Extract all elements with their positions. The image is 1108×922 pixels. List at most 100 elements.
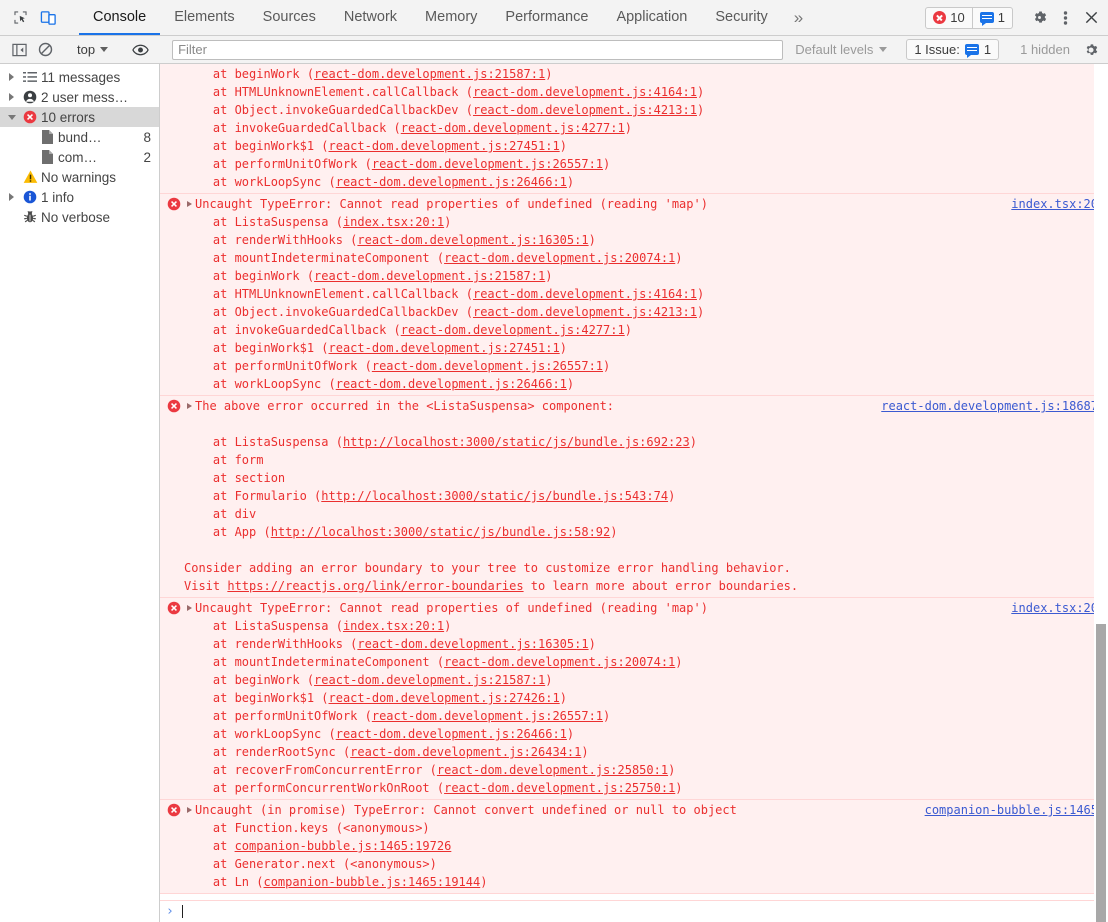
tab-application[interactable]: Application	[602, 0, 701, 35]
chevron-right-icon[interactable]	[4, 193, 19, 201]
stack-frame-function: at renderWithHooks (	[184, 637, 358, 651]
note-line: Consider adding an error boundary to you…	[184, 559, 1108, 577]
tab-sources[interactable]: Sources	[249, 0, 330, 35]
console-message-companion-bubble[interactable]: Uncaught (in promise) TypeError: Cannot …	[160, 800, 1108, 894]
console-message-typeerror-map-1[interactable]: Uncaught TypeError: Cannot read properti…	[160, 194, 1108, 396]
log-levels-selector[interactable]: Default levels	[789, 42, 893, 57]
stack-frame-link[interactable]: react-dom.development.js:27426:1	[329, 691, 560, 705]
chevron-right-icon[interactable]	[4, 73, 19, 81]
stack-frame-link[interactable]: react-dom.development.js:21587:1	[314, 67, 545, 81]
console-message-source-link[interactable]: index.tsx:20	[1011, 599, 1098, 617]
tab-memory[interactable]: Memory	[411, 0, 491, 35]
stack-frame-link[interactable]: react-dom.development.js:26557:1	[372, 359, 603, 373]
stack-frame-function: at Function.keys (<anonymous>)	[184, 821, 430, 835]
error-count-badge[interactable]: 10	[926, 8, 971, 28]
console-message-truncated-stack[interactable]: at beginWork (react-dom.development.js:2…	[160, 64, 1108, 194]
console-prompt-row[interactable]: ›	[160, 900, 1108, 922]
chevron-right-icon[interactable]	[184, 599, 195, 617]
console-scrollbar[interactable]	[1094, 64, 1108, 922]
stack-frame-link[interactable]: http://localhost:3000/static/js/bundle.j…	[343, 435, 690, 449]
stack-frame-link[interactable]: react-dom.development.js:25750:1	[444, 781, 675, 795]
sidebar-item-errors[interactable]: 10 errors	[0, 107, 159, 127]
stack-frame: at performUnitOfWork (react-dom.developm…	[184, 357, 1108, 375]
chevron-right-icon[interactable]	[184, 801, 195, 819]
inspect-element-icon[interactable]	[6, 5, 34, 31]
stack-frame-link[interactable]: react-dom.development.js:20074:1	[444, 655, 675, 669]
stack-frame-link[interactable]: companion-bubble.js:1465:19144	[263, 875, 480, 889]
console-message-above-error-occurred[interactable]: The above error occurred in the <ListaSu…	[160, 396, 1108, 598]
status-badges: 10 1	[925, 6, 1013, 29]
sidebar-item-user-messages[interactable]: 2 user mess…	[0, 87, 159, 107]
stack-frame-tail: )	[610, 525, 618, 539]
tab-performance[interactable]: Performance	[491, 0, 602, 35]
stack-frame-link[interactable]: react-dom.development.js:26466:1	[336, 175, 567, 189]
sidebar-item-messages[interactable]: 11 messages	[0, 67, 159, 87]
file-icon	[36, 130, 58, 144]
chevron-right-icon[interactable]	[4, 93, 19, 101]
stack-frame-link[interactable]: http://localhost:3000/static/js/bundle.j…	[271, 525, 611, 539]
stack-frame-link[interactable]: companion-bubble.js:1465:19726	[235, 839, 452, 853]
tab-sources-label: Sources	[262, 8, 316, 25]
sidebar-item-warnings[interactable]: No warnings	[0, 167, 159, 187]
stack-frame-link[interactable]: react-dom.development.js:26557:1	[372, 709, 603, 723]
live-expression-eye-icon[interactable]	[127, 38, 153, 62]
console-message-text: Uncaught TypeError: Cannot read properti…	[195, 601, 708, 615]
stack-frame-link[interactable]: react-dom.development.js:4277:1	[401, 323, 625, 337]
stack-frame-link[interactable]: react-dom.development.js:20074:1	[444, 251, 675, 265]
stack-frame-link[interactable]: react-dom.development.js:21587:1	[314, 269, 545, 283]
console-stack-trace: at beginWork (react-dom.development.js:2…	[160, 65, 1108, 191]
tab-elements[interactable]: Elements	[160, 0, 248, 35]
stack-frame-link[interactable]: react-dom.development.js:4213:1	[473, 103, 697, 117]
tab-security[interactable]: Security	[701, 0, 781, 35]
stack-frame-link[interactable]: react-dom.development.js:26434:1	[350, 745, 581, 759]
note-text: Visit	[184, 579, 228, 593]
note-link[interactable]: https://reactjs.org/link/error-boundarie…	[227, 579, 523, 593]
stack-frame-link[interactable]: react-dom.development.js:16305:1	[357, 233, 588, 247]
console-scrollbar-thumb[interactable]	[1096, 624, 1106, 922]
stack-frame-link[interactable]: react-dom.development.js:25850:1	[437, 763, 668, 777]
console-stack-trace: at ListaSuspensa (index.tsx:20:1) at ren…	[160, 213, 1108, 393]
stack-frame-link[interactable]: react-dom.development.js:4277:1	[401, 121, 625, 135]
stack-frame-link[interactable]: index.tsx:20:1	[343, 215, 444, 229]
gear-icon[interactable]	[1026, 5, 1052, 31]
stack-frame-link[interactable]: react-dom.development.js:4213:1	[473, 305, 697, 319]
chevron-right-icon[interactable]	[184, 195, 195, 213]
sidebar-item-verbose[interactable]: No verbose	[0, 207, 159, 227]
stack-frame-link[interactable]: react-dom.development.js:26466:1	[336, 377, 567, 391]
sidebar-item-errors-companion[interactable]: com… 2	[0, 147, 159, 167]
console-message-source-link[interactable]: react-dom.development.js:18687	[881, 397, 1098, 415]
tab-console[interactable]: Console	[79, 0, 161, 35]
tab-memory-label: Memory	[425, 8, 478, 25]
sidebar-toggle-icon[interactable]	[6, 38, 32, 62]
stack-frame-tail: )	[444, 619, 452, 633]
sidebar-item-info[interactable]: 1 info	[0, 187, 159, 207]
stack-frame-link[interactable]: index.tsx:20:1	[343, 619, 444, 633]
stack-frame-link[interactable]: react-dom.development.js:4164:1	[473, 85, 697, 99]
console-message-source-link[interactable]: index.tsx:20	[1011, 195, 1098, 213]
stack-frame-link[interactable]: react-dom.development.js:26557:1	[372, 157, 603, 171]
tabs-overflow-icon[interactable]: »	[782, 0, 815, 35]
more-options-icon[interactable]	[1052, 5, 1078, 31]
issues-button[interactable]: 1 Issue: 1	[906, 39, 1000, 60]
stack-frame-link[interactable]: react-dom.development.js:16305:1	[357, 637, 588, 651]
stack-frame-link[interactable]: react-dom.development.js:27451:1	[329, 139, 560, 153]
console-message-typeerror-map-2[interactable]: Uncaught TypeError: Cannot read properti…	[160, 598, 1108, 800]
close-icon[interactable]	[1078, 5, 1104, 31]
stack-frame-link[interactable]: react-dom.development.js:4164:1	[473, 287, 697, 301]
clear-console-icon[interactable]	[32, 38, 58, 62]
stack-frame-function: at beginWork (	[184, 673, 315, 687]
issue-count-badge[interactable]: 1	[971, 7, 1012, 28]
filter-input[interactable]	[172, 39, 784, 60]
chevron-down-icon[interactable]	[4, 114, 19, 120]
stack-frame-link[interactable]: react-dom.development.js:26466:1	[336, 727, 567, 741]
execution-context-selector[interactable]: top	[71, 40, 114, 60]
sidebar-item-errors-bundle[interactable]: bund… 8	[0, 127, 159, 147]
stack-frame-link[interactable]: http://localhost:3000/static/js/bundle.j…	[321, 489, 668, 503]
stack-frame-link[interactable]: react-dom.development.js:27451:1	[329, 341, 560, 355]
stack-frame-link[interactable]: react-dom.development.js:21587:1	[314, 673, 545, 687]
console-message-source-link[interactable]: companion-bubble.js:1465	[925, 801, 1098, 819]
tab-network[interactable]: Network	[330, 0, 411, 35]
chevron-right-icon[interactable]	[184, 397, 195, 415]
device-toolbar-icon[interactable]	[34, 5, 62, 31]
console-settings-gear-icon[interactable]	[1078, 38, 1104, 62]
